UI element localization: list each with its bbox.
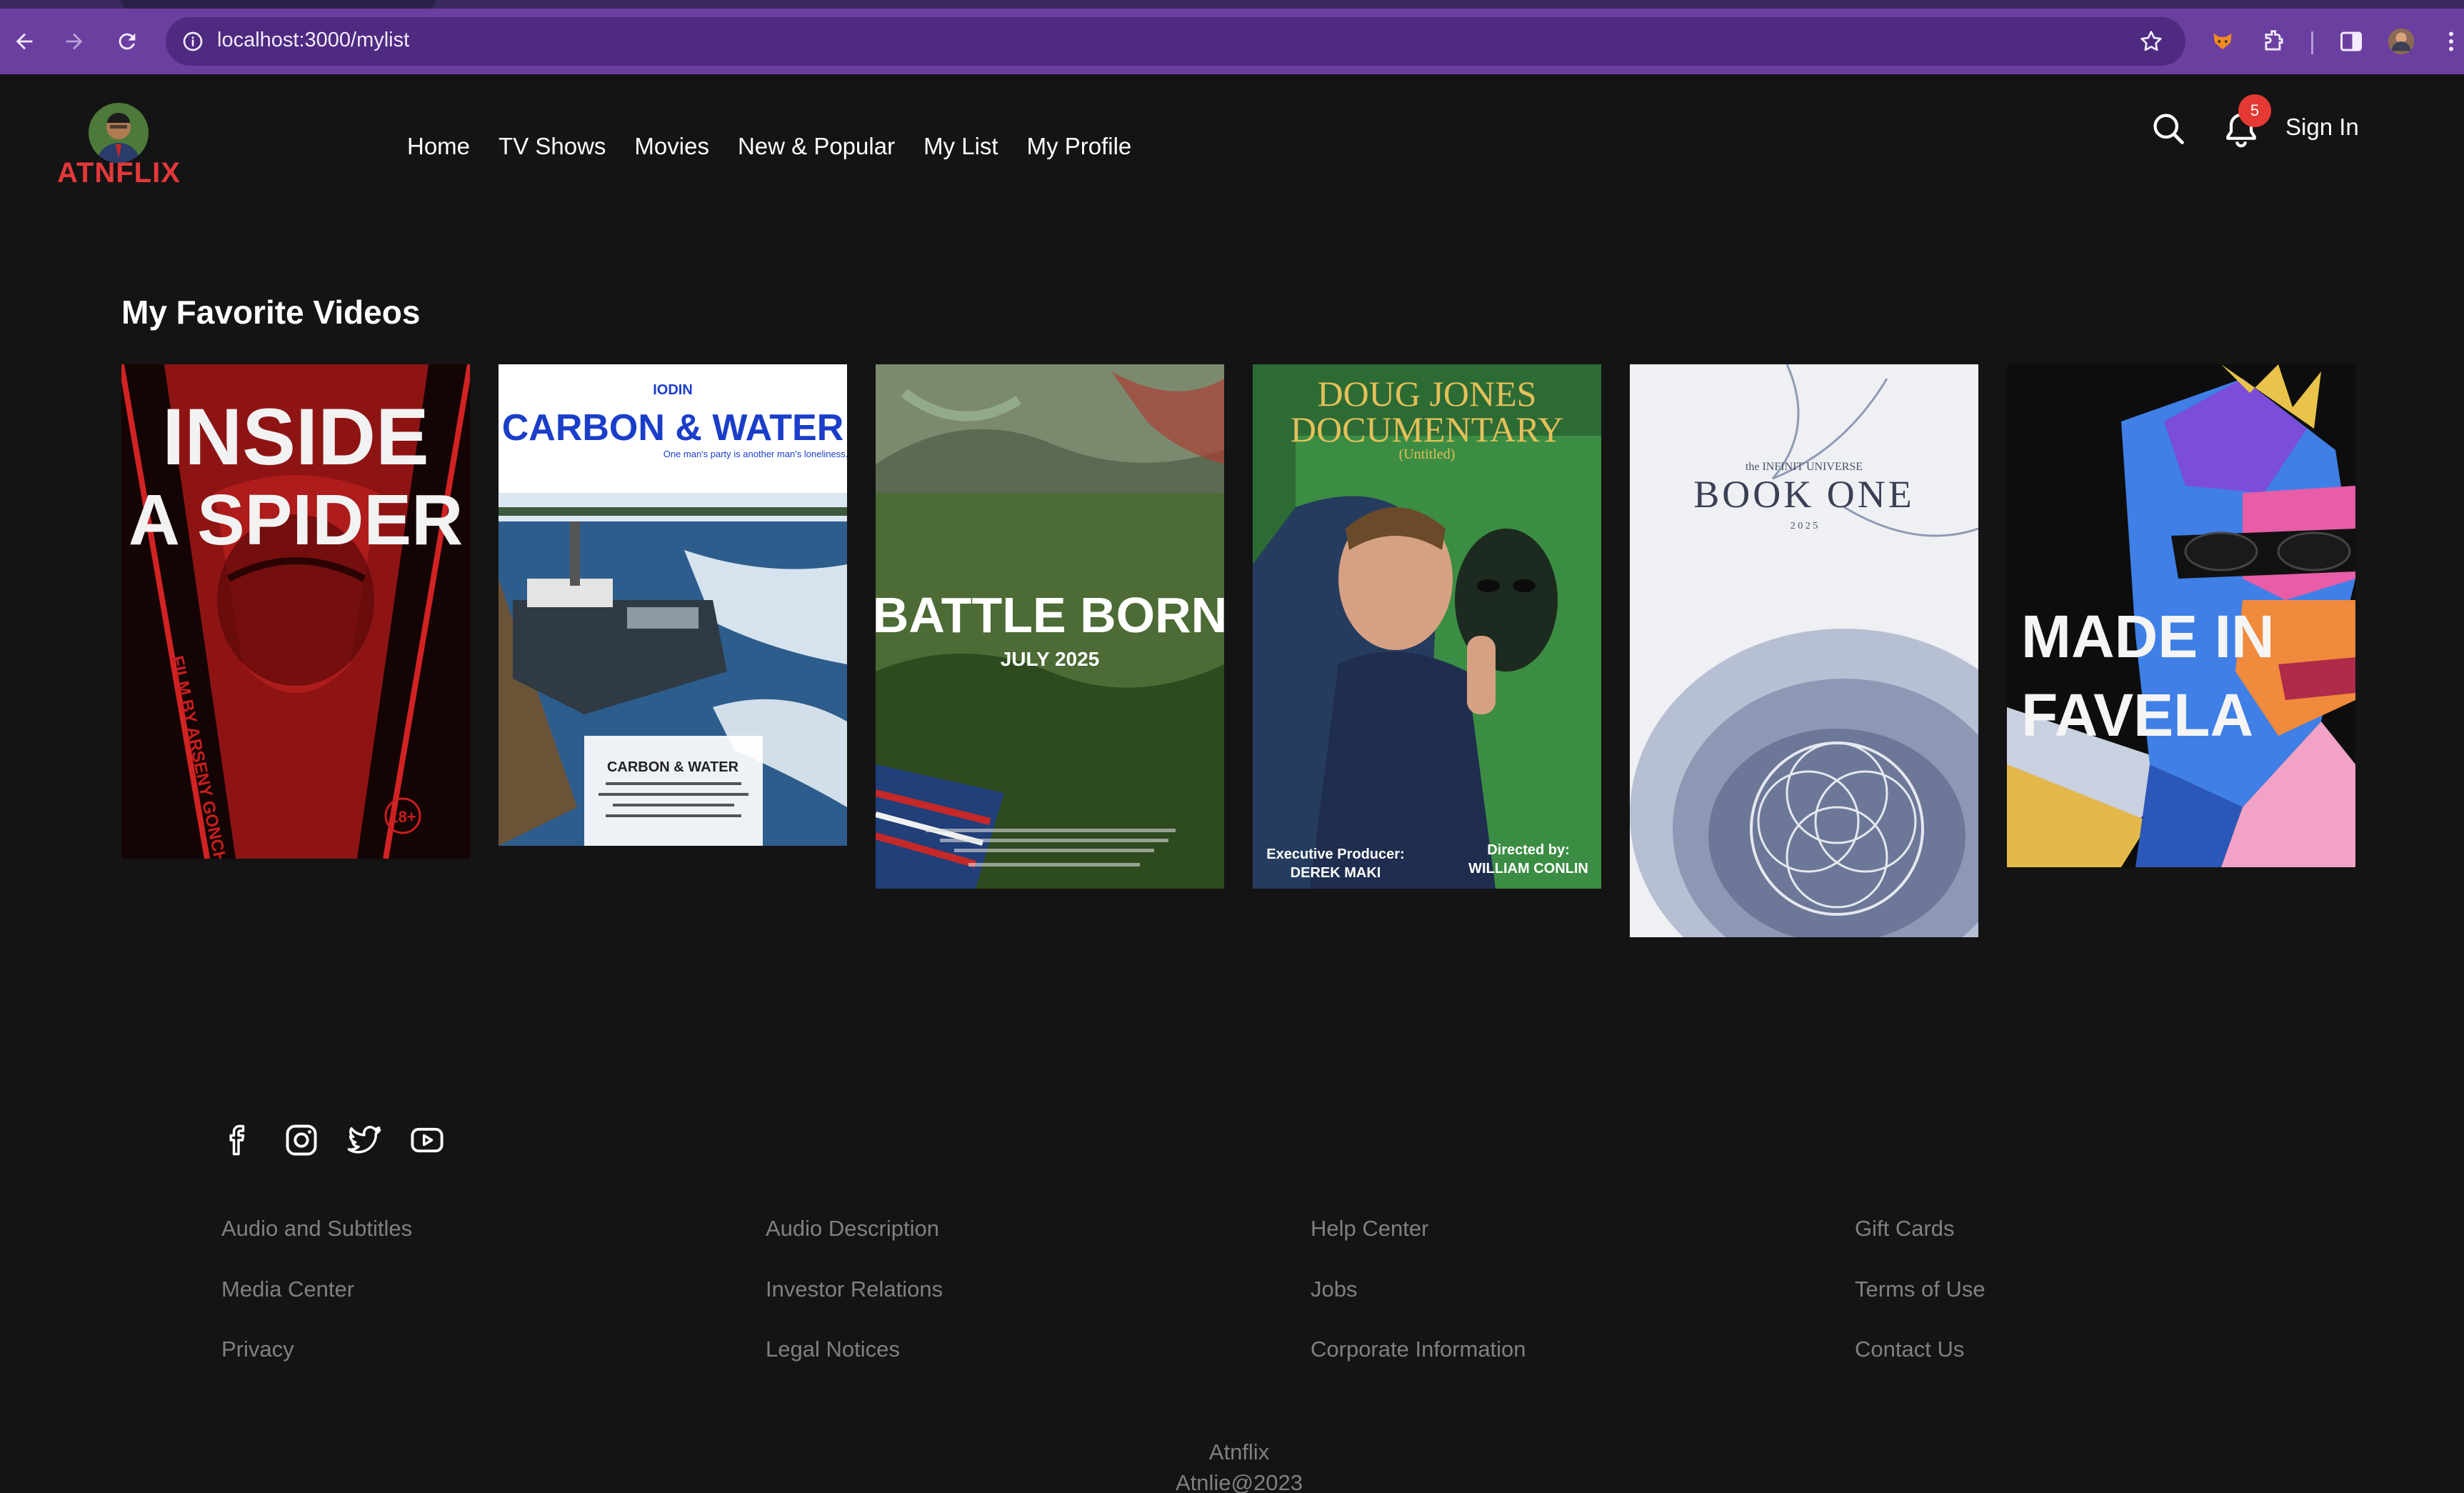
site-info-icon[interactable] xyxy=(181,30,204,53)
footer-link-media-center[interactable]: Media Center xyxy=(221,1277,354,1302)
facebook-icon[interactable] xyxy=(220,1122,257,1159)
reload-icon xyxy=(119,33,136,50)
footer-link-terms-of-use[interactable]: Terms of Use xyxy=(1855,1277,1985,1302)
poster4-exec-name: DEREK MAKI xyxy=(1291,865,1381,881)
poster-battle-born[interactable]: BATTLE BORN JULY 2025 xyxy=(876,364,1224,889)
poster4-title-line1: DOUG JONES xyxy=(1318,374,1537,414)
poster3-date: JULY 2025 xyxy=(1001,648,1100,670)
url-text[interactable]: localhost:3000/mylist xyxy=(217,29,409,52)
poster4-subtitle: (Untitled) xyxy=(1399,446,1456,462)
poster6-title-line1: MADE IN xyxy=(2021,603,2275,670)
footer-link-investor-relations[interactable]: Investor Relations xyxy=(766,1277,943,1302)
logo-text[interactable]: ATNFLIX xyxy=(57,157,181,189)
forward-button[interactable] xyxy=(51,19,97,64)
poster2-credit-title: CARBON & WATER xyxy=(607,759,739,775)
footer-link-audio-description[interactable]: Audio Description xyxy=(766,1216,939,1242)
forward-arrow-icon xyxy=(66,33,83,50)
nav-movies[interactable]: Movies xyxy=(634,133,709,160)
poster-doug-jones-documentary[interactable]: DOUG JONES DOCUMENTARY (Untitled) Execut… xyxy=(1253,364,1601,889)
poster4-director-label: Directed by: xyxy=(1487,842,1570,858)
footer-link-jobs[interactable]: Jobs xyxy=(1311,1277,1357,1302)
reload-button[interactable] xyxy=(104,19,150,64)
side-panel-icon[interactable] xyxy=(2335,26,2367,57)
browser-menu-icon[interactable] xyxy=(2435,26,2464,57)
site-header: ATNFLIX Home TV Shows Movies New & Popul… xyxy=(0,74,2464,217)
poster4-title-line2: DOCUMENTARY xyxy=(1291,409,1563,449)
poster2-tagline: One man's party is another man's lonelin… xyxy=(663,449,847,459)
browser-toolbar: localhost:3000/mylist xyxy=(0,9,2464,74)
footer-link-privacy[interactable]: Privacy xyxy=(221,1337,294,1362)
footer-copyright: Atnlie@2023 xyxy=(1176,1470,1303,1493)
page: localhost:3000/mylist ATNFLIX Home TV Sh… xyxy=(0,0,2464,1493)
logo-avatar[interactable] xyxy=(89,103,149,163)
footer-link-corporate-information[interactable]: Corporate Information xyxy=(1311,1337,1526,1362)
poster4-director-name: WILLIAM CONLIN xyxy=(1468,861,1588,877)
instagram-icon[interactable] xyxy=(283,1122,320,1159)
extensions-puzzle-icon[interactable] xyxy=(2258,26,2290,57)
browser-active-tab[interactable] xyxy=(121,0,436,9)
poster1-title-line2: A SPIDER xyxy=(129,480,464,560)
poster5-year: 2 0 2 5 xyxy=(1791,521,1818,531)
poster2-brand: IODIN xyxy=(653,382,693,398)
poster-made-in-favela[interactable]: MADE IN FAVELA xyxy=(2007,364,2355,867)
back-arrow-icon xyxy=(16,33,33,50)
footer-link-legal-notices[interactable]: Legal Notices xyxy=(766,1337,900,1362)
footer-link-audio-subtitles[interactable]: Audio and Subtitles xyxy=(221,1216,412,1242)
footer-link-contact-us[interactable]: Contact Us xyxy=(1855,1337,1964,1362)
back-button[interactable] xyxy=(1,19,47,64)
footer-brand: Atnflix xyxy=(1208,1439,1270,1464)
poster5-title: BOOK ONE xyxy=(1693,473,1915,516)
poster1-title-line1: INSIDE xyxy=(162,392,429,481)
footer-link-gift-cards[interactable]: Gift Cards xyxy=(1855,1216,1955,1242)
poster-inside-a-spider[interactable]: INSIDE A SPIDER FILM BY ARSENY GONCHUKOV… xyxy=(121,364,470,859)
sign-in-link[interactable]: Sign In xyxy=(2285,114,2359,141)
nav-my-profile[interactable]: My Profile xyxy=(1027,133,1132,160)
nav-tv-shows[interactable]: TV Shows xyxy=(499,133,606,160)
poster-carbon-and-water[interactable]: IODIN CARBON & WATER One man's party is … xyxy=(499,364,847,846)
notification-badge: 5 xyxy=(2238,94,2271,127)
poster1-rating: 18+ xyxy=(389,808,416,826)
footer-link-help-center[interactable]: Help Center xyxy=(1311,1216,1428,1242)
section-title: My Favorite Videos xyxy=(121,294,421,331)
nav-new-popular[interactable]: New & Popular xyxy=(738,133,895,160)
poster5-kicker: the INFINIT UNIVERSE xyxy=(1746,461,1863,473)
youtube-icon[interactable] xyxy=(409,1122,446,1159)
twitter-icon[interactable] xyxy=(346,1122,383,1159)
nav-home[interactable]: Home xyxy=(407,133,470,160)
nav-my-list[interactable]: My List xyxy=(923,133,998,160)
poster3-title: BATTLE BORN xyxy=(876,587,1224,643)
poster-book-one[interactable]: the INFINIT UNIVERSE BOOK ONE 2 0 2 5 xyxy=(1630,364,1978,937)
browser-profile-avatar[interactable] xyxy=(2385,26,2417,57)
poster2-title: CARBON & WATER xyxy=(502,407,844,449)
toolbar-separator xyxy=(2311,31,2313,54)
main-nav: Home TV Shows Movies New & Popular My Li… xyxy=(407,133,1160,160)
bookmark-star-icon[interactable] xyxy=(2138,29,2164,54)
extension-fox-icon[interactable] xyxy=(2207,26,2238,57)
address-bar[interactable]: localhost:3000/mylist xyxy=(166,17,2185,66)
poster6-title-line2: FAVELA xyxy=(2021,681,2253,749)
poster4-exec-label: Executive Producer: xyxy=(1266,847,1404,862)
search-icon[interactable] xyxy=(2150,110,2187,147)
